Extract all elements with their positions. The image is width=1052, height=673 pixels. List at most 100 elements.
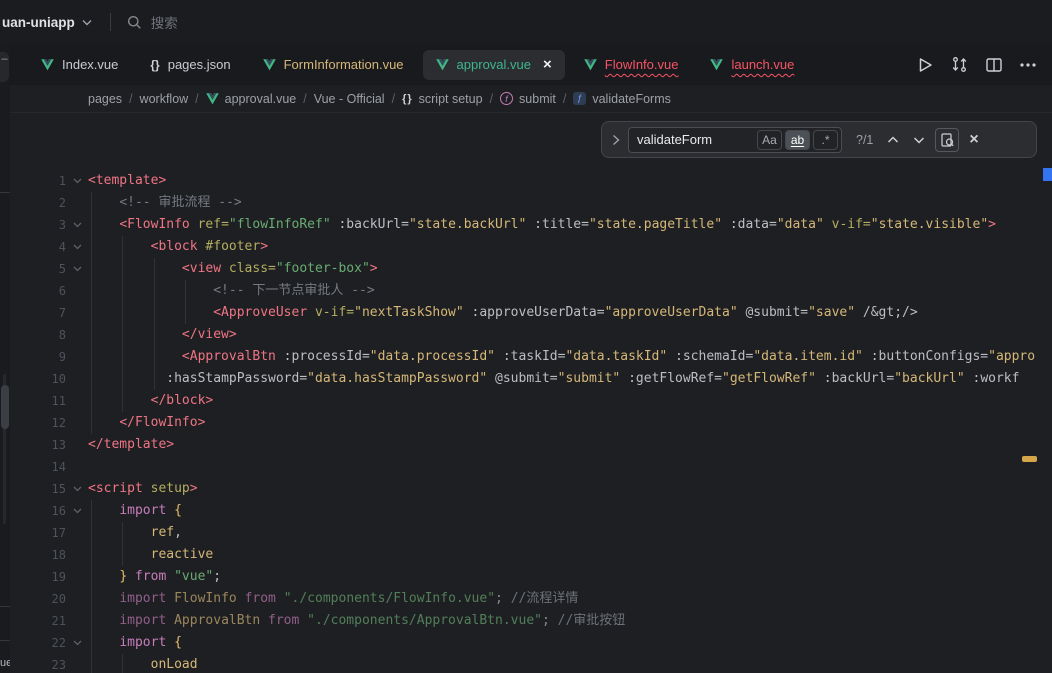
code-text[interactable]: <ApproveUser v-if="nextTaskShow" :approv… <box>88 302 1052 324</box>
code-line-9[interactable]: 9 <ApprovalBtn :processId="data.processI… <box>10 346 1052 368</box>
tab-label: pages.json <box>168 57 231 72</box>
code-line-14[interactable]: 14 <box>10 456 1052 478</box>
tab-Index.vue[interactable]: Index.vue <box>28 50 131 80</box>
regex-toggle[interactable]: .* <box>813 130 838 150</box>
code-text[interactable]: import { <box>88 500 1052 522</box>
tab-launch.vue[interactable]: launch.vue <box>697 50 807 80</box>
code-text[interactable]: ref, <box>88 522 1052 544</box>
breadcrumb-item-approval-vue[interactable]: approval.vue <box>206 92 297 106</box>
split-editor-icon[interactable] <box>986 58 1002 72</box>
fold-chevron-icon[interactable] <box>66 500 88 522</box>
vue-file-icon <box>584 59 597 71</box>
compare-icon[interactable] <box>951 56 968 73</box>
fold-chevron-icon[interactable] <box>66 214 88 236</box>
indent-guide <box>91 192 92 434</box>
more-options-icon[interactable] <box>1020 63 1036 67</box>
json-braces-icon: {} <box>150 58 159 72</box>
tab-FormInformation.vue[interactable]: FormInformation.vue <box>250 50 417 80</box>
code-text[interactable]: <template> <box>88 170 1052 192</box>
code-text[interactable]: </view> <box>88 324 1052 346</box>
code-text[interactable]: <ApprovalBtn :processId="data.processId"… <box>88 346 1052 368</box>
fold-gutter <box>66 610 88 632</box>
code-line-17[interactable]: 17 ref, <box>10 522 1052 544</box>
code-text[interactable]: reactive <box>88 544 1052 566</box>
code-line-1[interactable]: 1<template> <box>10 170 1052 192</box>
code-line-3[interactable]: 3 <FlowInfo ref="flowInfoRef" :backUrl="… <box>10 214 1052 236</box>
code-text[interactable]: import { <box>88 632 1052 654</box>
code-line-5[interactable]: 5 <view class="footer-box"> <box>10 258 1052 280</box>
code-text[interactable] <box>88 456 1052 478</box>
expand-replace-icon[interactable] <box>612 134 620 146</box>
code-text[interactable]: onLoad <box>88 654 1052 673</box>
close-find-icon[interactable]: × <box>969 131 978 149</box>
fold-chevron-icon[interactable] <box>66 236 88 258</box>
code-line-16[interactable]: 16 import { <box>10 500 1052 522</box>
code-text[interactable]: <!-- 审批流程 --> <box>88 192 1052 214</box>
code-line-18[interactable]: 18 reactive <box>10 544 1052 566</box>
fold-chevron-icon[interactable] <box>66 258 88 280</box>
fold-chevron-icon[interactable] <box>66 170 88 192</box>
tab-pages.json[interactable]: {} pages.json <box>137 50 243 80</box>
breadcrumb-item-validateforms[interactable]: ƒvalidateForms <box>573 92 671 106</box>
code-text[interactable]: <block #footer> <box>88 236 1052 258</box>
code-text[interactable]: <FlowInfo ref="flowInfoRef" :backUrl="st… <box>88 214 1052 236</box>
breadcrumb-item-submit[interactable]: fsubmit <box>500 92 556 106</box>
find-input[interactable] <box>637 132 754 147</box>
next-match-icon[interactable] <box>913 136 925 144</box>
fold-gutter <box>66 434 88 456</box>
code-text[interactable]: import FlowInfo from "./components/FlowI… <box>88 588 1052 610</box>
code-text[interactable]: <script setup> <box>88 478 1052 500</box>
code-line-13[interactable]: 13</template> <box>10 434 1052 456</box>
code-pane[interactable]: 1<template>2 <!-- 审批流程 -->3 <FlowInfo re… <box>10 113 1052 673</box>
tab-approval.vue[interactable]: approval.vue× <box>423 50 565 80</box>
strip-scroll-thumb[interactable] <box>1 385 9 429</box>
code-editor[interactable]: 1<template>2 <!-- 审批流程 -->3 <FlowInfo re… <box>10 113 1052 673</box>
previous-match-icon[interactable] <box>887 136 899 144</box>
code-line-22[interactable]: 22 import { <box>10 632 1052 654</box>
code-line-15[interactable]: 15<script setup> <box>10 478 1052 500</box>
whole-words-toggle[interactable]: ab <box>785 130 810 150</box>
code-text[interactable]: :hasStampPassword="data.hasStampPassword… <box>88 368 1052 390</box>
code-text[interactable]: </FlowInfo> <box>88 412 1052 434</box>
code-text[interactable]: </template> <box>88 434 1052 456</box>
code-line-11[interactable]: 11 </block> <box>10 390 1052 412</box>
search-filter-icon[interactable] <box>935 128 959 152</box>
code-line-2[interactable]: 2 <!-- 审批流程 --> <box>10 192 1052 214</box>
code-line-19[interactable]: 19 } from "vue"; <box>10 566 1052 588</box>
strip-separator <box>0 192 10 193</box>
breadcrumb-item-pages[interactable]: pages <box>88 92 122 106</box>
fold-chevron-icon[interactable] <box>66 478 88 500</box>
run-icon[interactable] <box>918 57 933 73</box>
tool-window-stub[interactable]: – <box>0 52 9 82</box>
tab-label: Index.vue <box>62 57 118 72</box>
code-text[interactable]: import ApprovalBtn from "./components/Ap… <box>88 610 1052 632</box>
breadcrumb: pages/workflow/approval.vue/Vue - Offici… <box>10 85 1052 113</box>
code-line-23[interactable]: 23 onLoad <box>10 654 1052 673</box>
breadcrumb-item-vue-official[interactable]: Vue - Official <box>314 92 385 106</box>
code-line-20[interactable]: 20 import FlowInfo from "./components/Fl… <box>10 588 1052 610</box>
scrollbar-mark-info[interactable] <box>1043 168 1052 181</box>
code-line-12[interactable]: 12 </FlowInfo> <box>10 412 1052 434</box>
code-line-8[interactable]: 8 </view> <box>10 324 1052 346</box>
fold-gutter <box>66 280 88 302</box>
scrollbar-mark-warning[interactable] <box>1022 456 1037 462</box>
code-line-6[interactable]: 6 <!-- 下一节点审批人 --> <box>10 280 1052 302</box>
code-text[interactable]: } from "vue"; <box>88 566 1052 588</box>
close-tab-icon[interactable]: × <box>543 57 552 72</box>
code-line-21[interactable]: 21 import ApprovalBtn from "./components… <box>10 610 1052 632</box>
code-text[interactable]: <view class="footer-box"> <box>88 258 1052 280</box>
fold-gutter <box>66 544 88 566</box>
tab-FlowInfo.vue[interactable]: FlowInfo.vue <box>571 50 692 80</box>
breadcrumb-item-script-setup[interactable]: {}script setup <box>402 92 482 106</box>
project-widget[interactable]: uan-uniapp <box>2 15 92 30</box>
line-number: 20 <box>10 588 66 610</box>
global-search[interactable]: 搜索 <box>127 12 178 32</box>
fold-chevron-icon[interactable] <box>66 632 88 654</box>
code-text[interactable]: </block> <box>88 390 1052 412</box>
code-text[interactable]: <!-- 下一节点审批人 --> <box>88 280 1052 302</box>
breadcrumb-item-workflow[interactable]: workflow <box>140 92 189 106</box>
code-line-7[interactable]: 7 <ApproveUser v-if="nextTaskShow" :appr… <box>10 302 1052 324</box>
match-case-toggle[interactable]: Aa <box>757 130 782 150</box>
code-line-10[interactable]: 10 :hasStampPassword="data.hasStampPassw… <box>10 368 1052 390</box>
code-line-4[interactable]: 4 <block #footer> <box>10 236 1052 258</box>
